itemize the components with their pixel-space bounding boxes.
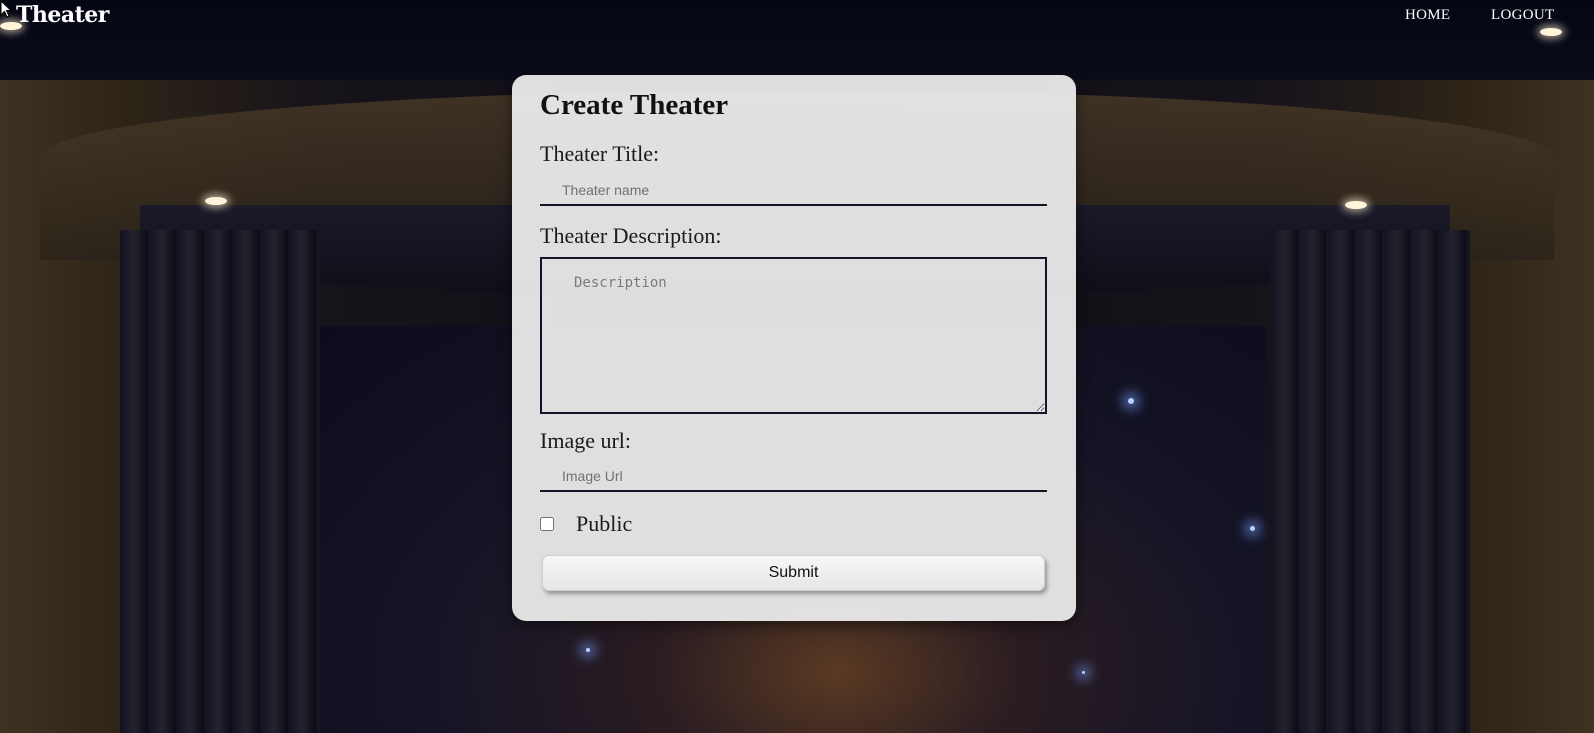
- ceiling-lamp: [205, 197, 227, 205]
- star: [586, 648, 590, 652]
- theater-title-label: Theater Title:: [540, 141, 660, 166]
- page-title: Create Theater: [540, 89, 729, 121]
- left-curtain: [120, 230, 320, 733]
- top-nav: Theater HOME LOGOUT: [0, 0, 1594, 32]
- mouse-cursor-icon: [0, 0, 12, 18]
- nav-link-logout[interactable]: LOGOUT: [1491, 7, 1554, 24]
- theater-description-textarea[interactable]: [540, 257, 1047, 414]
- brand-logo[interactable]: Theater: [16, 2, 109, 28]
- image-url-label: Image url:: [540, 428, 632, 453]
- theater-description-label: Theater Description:: [540, 223, 722, 248]
- ceiling-lamp: [1345, 201, 1367, 209]
- theater-title-input[interactable]: [540, 176, 1047, 206]
- image-url-input[interactable]: [540, 462, 1047, 492]
- submit-button[interactable]: Submit: [542, 555, 1045, 591]
- nav-link-home[interactable]: HOME: [1405, 7, 1450, 24]
- right-curtain: [1270, 230, 1470, 733]
- public-checkbox[interactable]: [540, 517, 554, 531]
- star: [1082, 671, 1085, 674]
- star: [1128, 398, 1134, 404]
- star: [1250, 526, 1255, 531]
- public-label: Public: [576, 511, 633, 536]
- create-theater-card: Create Theater Theater Title: Theater De…: [512, 75, 1076, 621]
